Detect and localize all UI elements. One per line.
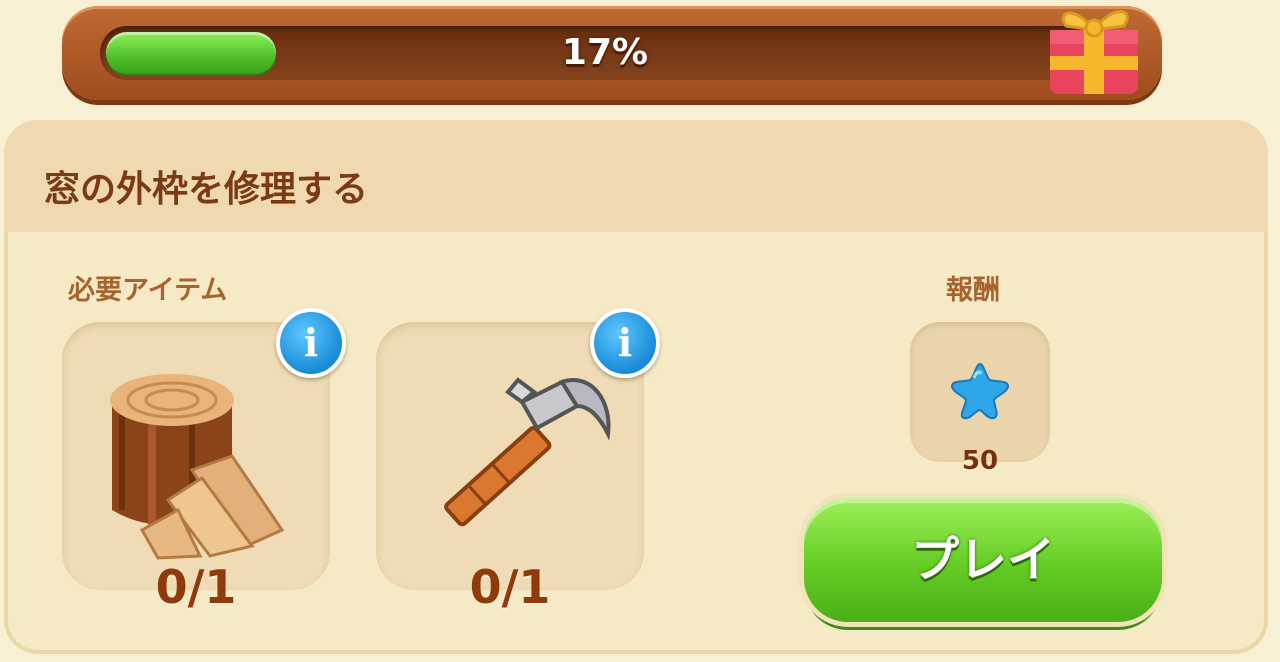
wood-info-button[interactable]: i — [276, 308, 346, 378]
reward-amount: 50 — [961, 446, 999, 476]
task-panel: 窓の外枠を修理する 必要アイテム 報酬 i 0/1 i 0/1 50 プレイ — [4, 120, 1268, 654]
blue-star-icon — [950, 362, 1010, 420]
task-title: 窓の外枠を修理する — [44, 169, 369, 210]
play-button[interactable]: プレイ — [804, 498, 1162, 622]
gift-box-icon[interactable] — [1036, 0, 1148, 98]
wood-logs-icon — [110, 374, 285, 560]
progress-bar: 17% — [62, 6, 1162, 100]
reward-card — [910, 322, 1050, 462]
required-items-label: 必要アイテム — [68, 275, 228, 306]
hammer-count: 0/1 — [469, 560, 551, 614]
reward-label: 報酬 — [946, 275, 1000, 306]
hammer-icon — [444, 377, 611, 527]
wood-count: 0/1 — [155, 560, 237, 614]
hammer-info-button[interactable]: i — [590, 308, 660, 378]
progress-percent: 17% — [561, 32, 649, 73]
progress-track: 17% — [100, 26, 1110, 80]
